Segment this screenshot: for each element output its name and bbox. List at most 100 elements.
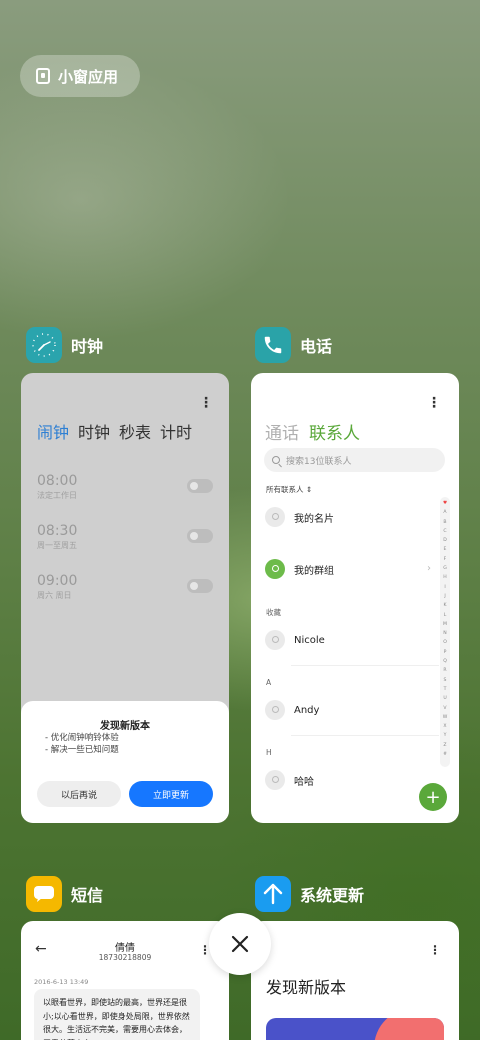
phone-app-name: 电话 xyxy=(300,337,333,356)
clock-app-icon xyxy=(26,327,62,363)
sms-app-name: 短信 xyxy=(71,886,104,905)
clock-app-header[interactable]: 时钟 xyxy=(26,327,103,363)
close-icon xyxy=(231,935,249,953)
update-app-name: 系统更新 xyxy=(300,886,365,905)
message-bubble[interactable]: 以眼看世界，即使站的最高，世界还是很小;以心看世界，即使身处局限，世界依然很大。… xyxy=(34,989,200,1040)
more-options-icon[interactable]: ⋮ xyxy=(199,395,213,411)
index-letter[interactable]: K xyxy=(443,601,446,610)
update-app-icon xyxy=(255,876,291,912)
group-icon xyxy=(265,559,285,579)
contact-row[interactable]: 哈哈 xyxy=(265,770,314,790)
chevron-right-icon: › xyxy=(427,563,431,574)
contact-row[interactable]: Nicole xyxy=(265,630,325,650)
more-options-icon[interactable]: ⋮ xyxy=(427,395,441,411)
phone-app-icon xyxy=(255,327,291,363)
index-letter[interactable]: # xyxy=(443,750,447,759)
index-letter[interactable]: X xyxy=(443,722,446,731)
contact-search-input[interactable]: 搜索13位联系人 xyxy=(264,448,445,472)
contact-name: Andy xyxy=(294,704,320,716)
index-letter[interactable]: D xyxy=(443,536,447,545)
favorites-header: 收藏 xyxy=(266,608,281,617)
index-letter[interactable]: M xyxy=(443,620,447,629)
search-icon xyxy=(272,456,280,464)
index-letter[interactable]: T xyxy=(444,685,447,694)
all-contacts-filter[interactable]: 所有联系人 ⇕ xyxy=(266,484,312,495)
later-button[interactable]: 以后再说 xyxy=(37,781,121,807)
tab-clock[interactable]: 时钟 xyxy=(78,419,110,443)
alarm-days: 法定工作日 xyxy=(37,491,77,500)
phone-app-card[interactable]: ⋮ 通话 联系人 搜索13位联系人 所有联系人 ⇕ 我的名片 我的群组 › 收藏… xyxy=(251,373,459,823)
index-letter[interactable]: Y xyxy=(444,731,447,740)
alarm-toggle[interactable] xyxy=(187,579,213,593)
update-dialog: 发现新版本 - 优化闹钟响铃体验 - 解决一些已知问题 以后再说 立即更新 xyxy=(21,701,229,823)
index-letter[interactable]: I xyxy=(444,583,445,592)
index-letter[interactable]: F xyxy=(444,555,447,564)
index-letter[interactable]: H xyxy=(443,573,446,582)
section-header: A xyxy=(266,678,272,687)
index-letter[interactable]: V xyxy=(443,704,446,713)
avatar xyxy=(265,507,285,527)
update-now-button[interactable]: 立即更新 xyxy=(129,781,213,807)
floating-window-button[interactable]: 小窗应用 xyxy=(20,55,140,97)
sms-contact-name: 倩倩 xyxy=(115,943,135,954)
index-letter[interactable]: U xyxy=(443,694,446,703)
divider xyxy=(291,665,439,666)
alarm-item[interactable]: 08:00 法定工作日 xyxy=(37,473,213,501)
sms-app-card[interactable]: ← 倩倩 18730218809 ⋮ 2016-6-13 13:49 以眼看世界… xyxy=(21,921,229,1040)
update-app-header[interactable]: 系统更新 xyxy=(255,876,364,912)
sms-contact-number: 18730218809 xyxy=(98,953,152,962)
all-contacts-label: 所有联系人 xyxy=(266,485,304,494)
floating-window-label: 小窗应用 xyxy=(58,67,119,86)
dialog-item: - 优化闹钟响铃体验 xyxy=(45,733,119,743)
index-letter[interactable]: O xyxy=(443,638,447,647)
add-contact-button[interactable]: + xyxy=(419,783,447,811)
alarm-item[interactable]: 08:30 周一至周五 xyxy=(37,523,213,551)
index-letter[interactable]: N xyxy=(443,629,446,638)
index-letter[interactable]: S xyxy=(444,676,447,685)
sms-app-header[interactable]: 短信 xyxy=(26,876,103,912)
index-letter[interactable]: W xyxy=(443,713,448,722)
my-groups-row[interactable]: 我的群组 xyxy=(265,559,334,579)
message-date: 2016-6-13 13:49 xyxy=(34,978,89,986)
my-card-label: 我的名片 xyxy=(294,513,334,525)
update-banner xyxy=(266,1018,444,1040)
dialog-title: 发现新版本 xyxy=(100,721,150,732)
clear-all-button[interactable] xyxy=(209,913,271,975)
sms-app-icon xyxy=(26,876,62,912)
index-letter[interactable]: B xyxy=(443,518,446,527)
index-letter[interactable]: R xyxy=(443,666,446,675)
clock-app-card[interactable]: ⋮ 闹钟 时钟 秒表 计时 08:00 法定工作日 08:30 周一至周五 09… xyxy=(21,373,229,823)
update-app-card[interactable]: ⋮ 发现新版本 xyxy=(251,921,459,1040)
tab-stopwatch[interactable]: 秒表 xyxy=(119,419,151,443)
dialog-item: - 解决一些已知问题 xyxy=(45,745,119,755)
contact-row[interactable]: Andy xyxy=(265,700,319,720)
index-letter[interactable]: A xyxy=(443,508,446,517)
avatar xyxy=(265,770,285,790)
index-letter[interactable]: Q xyxy=(443,657,447,666)
alarm-days: 周一至周五 xyxy=(37,541,77,550)
index-letter[interactable]: P xyxy=(444,648,447,657)
avatar xyxy=(265,700,285,720)
alphabet-index[interactable]: ♥ A B C D E F G H I J K L M N O P Q R S T U V W X Y Z # xyxy=(440,497,450,767)
index-letter[interactable]: Z xyxy=(443,741,446,750)
alarm-item[interactable]: 09:00 周六 周日 xyxy=(37,573,213,601)
index-letter[interactable]: L xyxy=(444,611,447,620)
tab-calls[interactable]: 通话 xyxy=(265,419,299,444)
tab-timer[interactable]: 计时 xyxy=(160,419,192,443)
search-placeholder: 搜索13位联系人 xyxy=(286,456,352,467)
index-letter[interactable]: J xyxy=(444,592,445,601)
avatar xyxy=(265,630,285,650)
tab-contacts[interactable]: 联系人 xyxy=(309,419,360,444)
alarm-toggle[interactable] xyxy=(187,529,213,543)
clock-tabs: 闹钟 时钟 秒表 计时 xyxy=(37,419,192,443)
index-letter[interactable]: G xyxy=(443,564,447,573)
alarm-toggle[interactable] xyxy=(187,479,213,493)
divider xyxy=(291,735,439,736)
more-options-icon[interactable]: ⋮ xyxy=(429,943,441,957)
index-letter[interactable]: ♥ xyxy=(443,499,447,508)
phone-app-header[interactable]: 电话 xyxy=(255,327,332,363)
index-letter[interactable]: C xyxy=(443,527,446,536)
index-letter[interactable]: E xyxy=(444,545,447,554)
tab-alarm[interactable]: 闹钟 xyxy=(37,419,69,443)
my-card-row[interactable]: 我的名片 xyxy=(265,507,334,527)
